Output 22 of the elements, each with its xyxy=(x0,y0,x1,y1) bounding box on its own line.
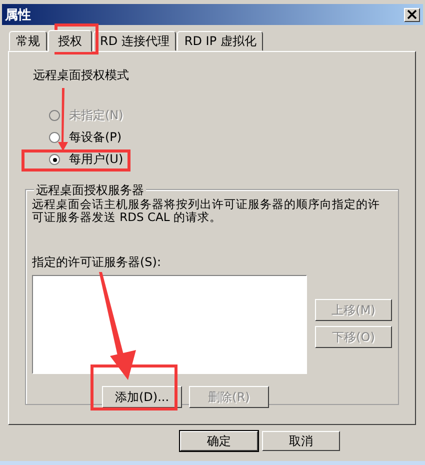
section-title: 远程桌面授权模式 xyxy=(33,67,130,84)
arrow xyxy=(58,88,68,151)
server-list[interactable] xyxy=(32,275,307,374)
tab[interactable]: RD 连接代理 xyxy=(93,31,176,51)
close-button[interactable] xyxy=(404,8,420,22)
tab[interactable]: RD IP 虚拟化 xyxy=(177,31,264,51)
radio-label: 每用户(U) xyxy=(69,151,124,168)
tab[interactable]: 授权 xyxy=(48,30,92,52)
tab[interactable]: 常规 xyxy=(9,31,47,51)
window-title: 属性 xyxy=(5,6,31,24)
group-title: 远程桌面授权服务器 xyxy=(34,182,146,199)
highlight-box xyxy=(54,24,98,54)
radio-label: 未指定(N) xyxy=(69,107,124,124)
radio-button[interactable] xyxy=(49,132,60,143)
close-icon xyxy=(407,10,417,19)
list-label: 指定的许可证服务器(S): xyxy=(32,254,162,271)
radio-button[interactable] xyxy=(49,154,60,165)
description-text: 远程桌面会话主机服务器将按列出许可证服务器的顺序向指定的许可证服务器发送 RDS CAL 的请求。 xyxy=(32,198,381,224)
radio-label: 每设备(P) xyxy=(69,129,122,146)
cancel-button[interactable]: 取消 xyxy=(262,431,340,451)
add-button[interactable]: 添加(D)... xyxy=(102,386,182,408)
ok-button[interactable]: 确定 xyxy=(180,431,258,451)
